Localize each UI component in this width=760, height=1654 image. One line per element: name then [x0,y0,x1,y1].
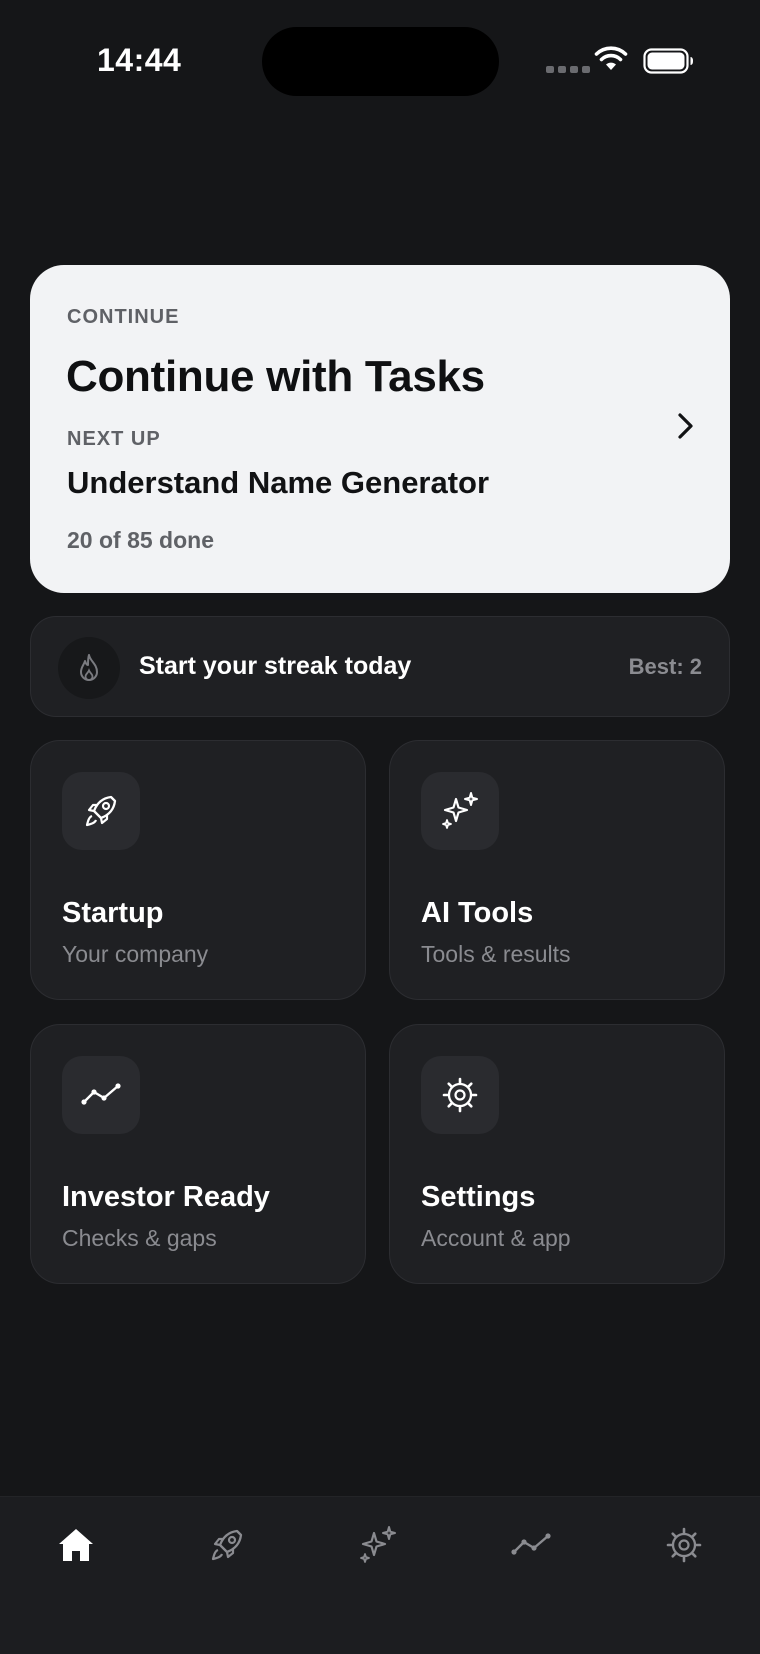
tile-title: Startup [62,897,164,929]
tab-ai-tools[interactable] [338,1515,418,1575]
task-progress-text: 20 of 85 done [67,527,214,553]
streak-best: Best: 2 [628,654,702,679]
tile-subtitle: Account & app [421,1225,571,1251]
tile-icon-badge [421,1056,499,1134]
tab-bar [0,1496,760,1654]
rocket-icon [211,1529,243,1561]
trend-line-icon [81,1083,121,1105]
tile-investor-ready[interactable]: Investor Ready Checks & gaps [30,1024,366,1284]
tile-subtitle: Tools & results [421,941,571,967]
gear-icon [442,1077,478,1113]
continue-title: Continue with Tasks [66,352,485,401]
streak-banner[interactable]: Start your streak today Best: 2 [30,616,730,717]
tab-settings[interactable] [644,1515,724,1575]
tab-investor-ready[interactable] [491,1515,571,1575]
tile-icon-badge [421,772,499,850]
tab-home[interactable] [36,1515,116,1575]
gear-icon [666,1527,702,1563]
tile-ai-tools[interactable]: AI Tools Tools & results [389,740,725,1000]
home-icon [59,1529,93,1561]
status-time: 14:44 [97,42,182,78]
next-task-name: Understand Name Generator [67,465,490,500]
chevron-right-icon[interactable] [673,410,697,442]
tile-startup[interactable]: Startup Your company [30,740,366,1000]
tile-subtitle: Your company [62,941,209,967]
tile-title: Investor Ready [62,1181,270,1213]
rocket-icon [85,795,117,827]
tile-settings[interactable]: Settings Account & app [389,1024,725,1284]
status-bar: 14:44 [0,0,760,110]
tab-startup[interactable] [187,1515,267,1575]
wifi-icon [594,46,628,70]
continue-tasks-card[interactable]: CONTINUE Continue with Tasks NEXT UP Und… [30,265,730,593]
tile-title: Settings [421,1181,536,1213]
trend-line-icon [511,1533,551,1555]
streak-message: Start your streak today [139,652,412,680]
tile-title: AI Tools [421,897,534,929]
tile-subtitle: Checks & gaps [62,1225,217,1251]
tile-icon-badge [62,772,140,850]
dynamic-island [262,27,499,96]
battery-icon [643,48,693,74]
sparkles-icon [360,1526,396,1563]
streak-flame-badge [58,637,120,699]
sparkles-icon [442,792,478,829]
cellular-signal-icon [546,66,590,73]
flame-icon [80,654,98,681]
tile-icon-badge [62,1056,140,1134]
continue-eyebrow: CONTINUE [67,306,180,328]
next-up-label: NEXT UP [67,428,161,450]
